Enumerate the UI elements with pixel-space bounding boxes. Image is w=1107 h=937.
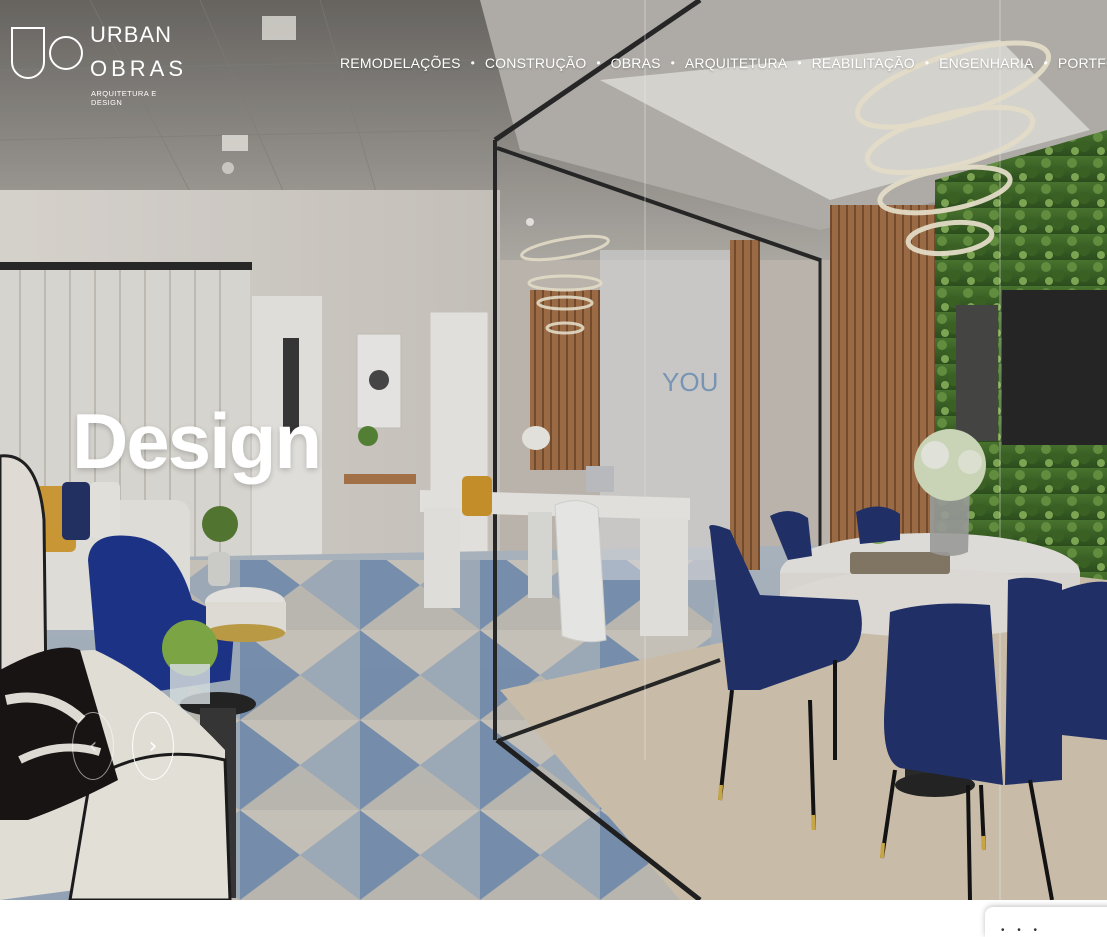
nav-separator: • (924, 56, 930, 70)
wall-sign-text: YOU (662, 367, 718, 397)
chat-widget-button[interactable]: • • • (985, 907, 1107, 937)
brand-name-line-1: URBAN (90, 22, 173, 47)
urban-obras-logo-icon (11, 27, 83, 79)
nav-separator: • (1043, 56, 1048, 70)
main-navigation: REMODELAÇÕES • CONSTRUÇÃO • OBRAS • ARQU… (340, 52, 1107, 74)
nav-separator: • (596, 56, 601, 70)
chevron-left-icon: ‹ (88, 733, 98, 759)
chat-icon: • • • (1001, 925, 1043, 936)
carousel-prev-button[interactable]: ‹ (72, 712, 114, 780)
page-content-start (0, 900, 1107, 928)
chevron-right-icon: › (148, 733, 158, 759)
nav-item-portfolio[interactable]: PORTFÓLIO (1058, 55, 1107, 71)
nav-item-reabilitacao[interactable]: REABILITAÇÃO (812, 55, 915, 71)
nav-item-arquitetura[interactable]: ARQUITETURA (685, 55, 788, 71)
carousel-next-button[interactable]: › (132, 712, 174, 780)
brand-tagline: ARQUITETURA E DESIGN (91, 89, 157, 107)
nav-separator: • (470, 56, 475, 70)
nav-item-remodelacoes[interactable]: REMODELAÇÕES (340, 55, 461, 71)
nav-separator: • (797, 56, 802, 70)
nav-item-construcao[interactable]: CONSTRUÇÃO (485, 55, 587, 71)
nav-separator: • (670, 56, 675, 70)
brand-logo[interactable]: URBAN OBRAS ARQUITETURA E DESIGN (10, 22, 183, 107)
slide-title: Design (72, 397, 322, 485)
nav-item-engenharia[interactable]: ENGENHARIA (939, 55, 1034, 71)
nav-item-obras[interactable]: OBRAS (611, 55, 661, 71)
brand-name-line-2: OBRAS (90, 56, 188, 81)
